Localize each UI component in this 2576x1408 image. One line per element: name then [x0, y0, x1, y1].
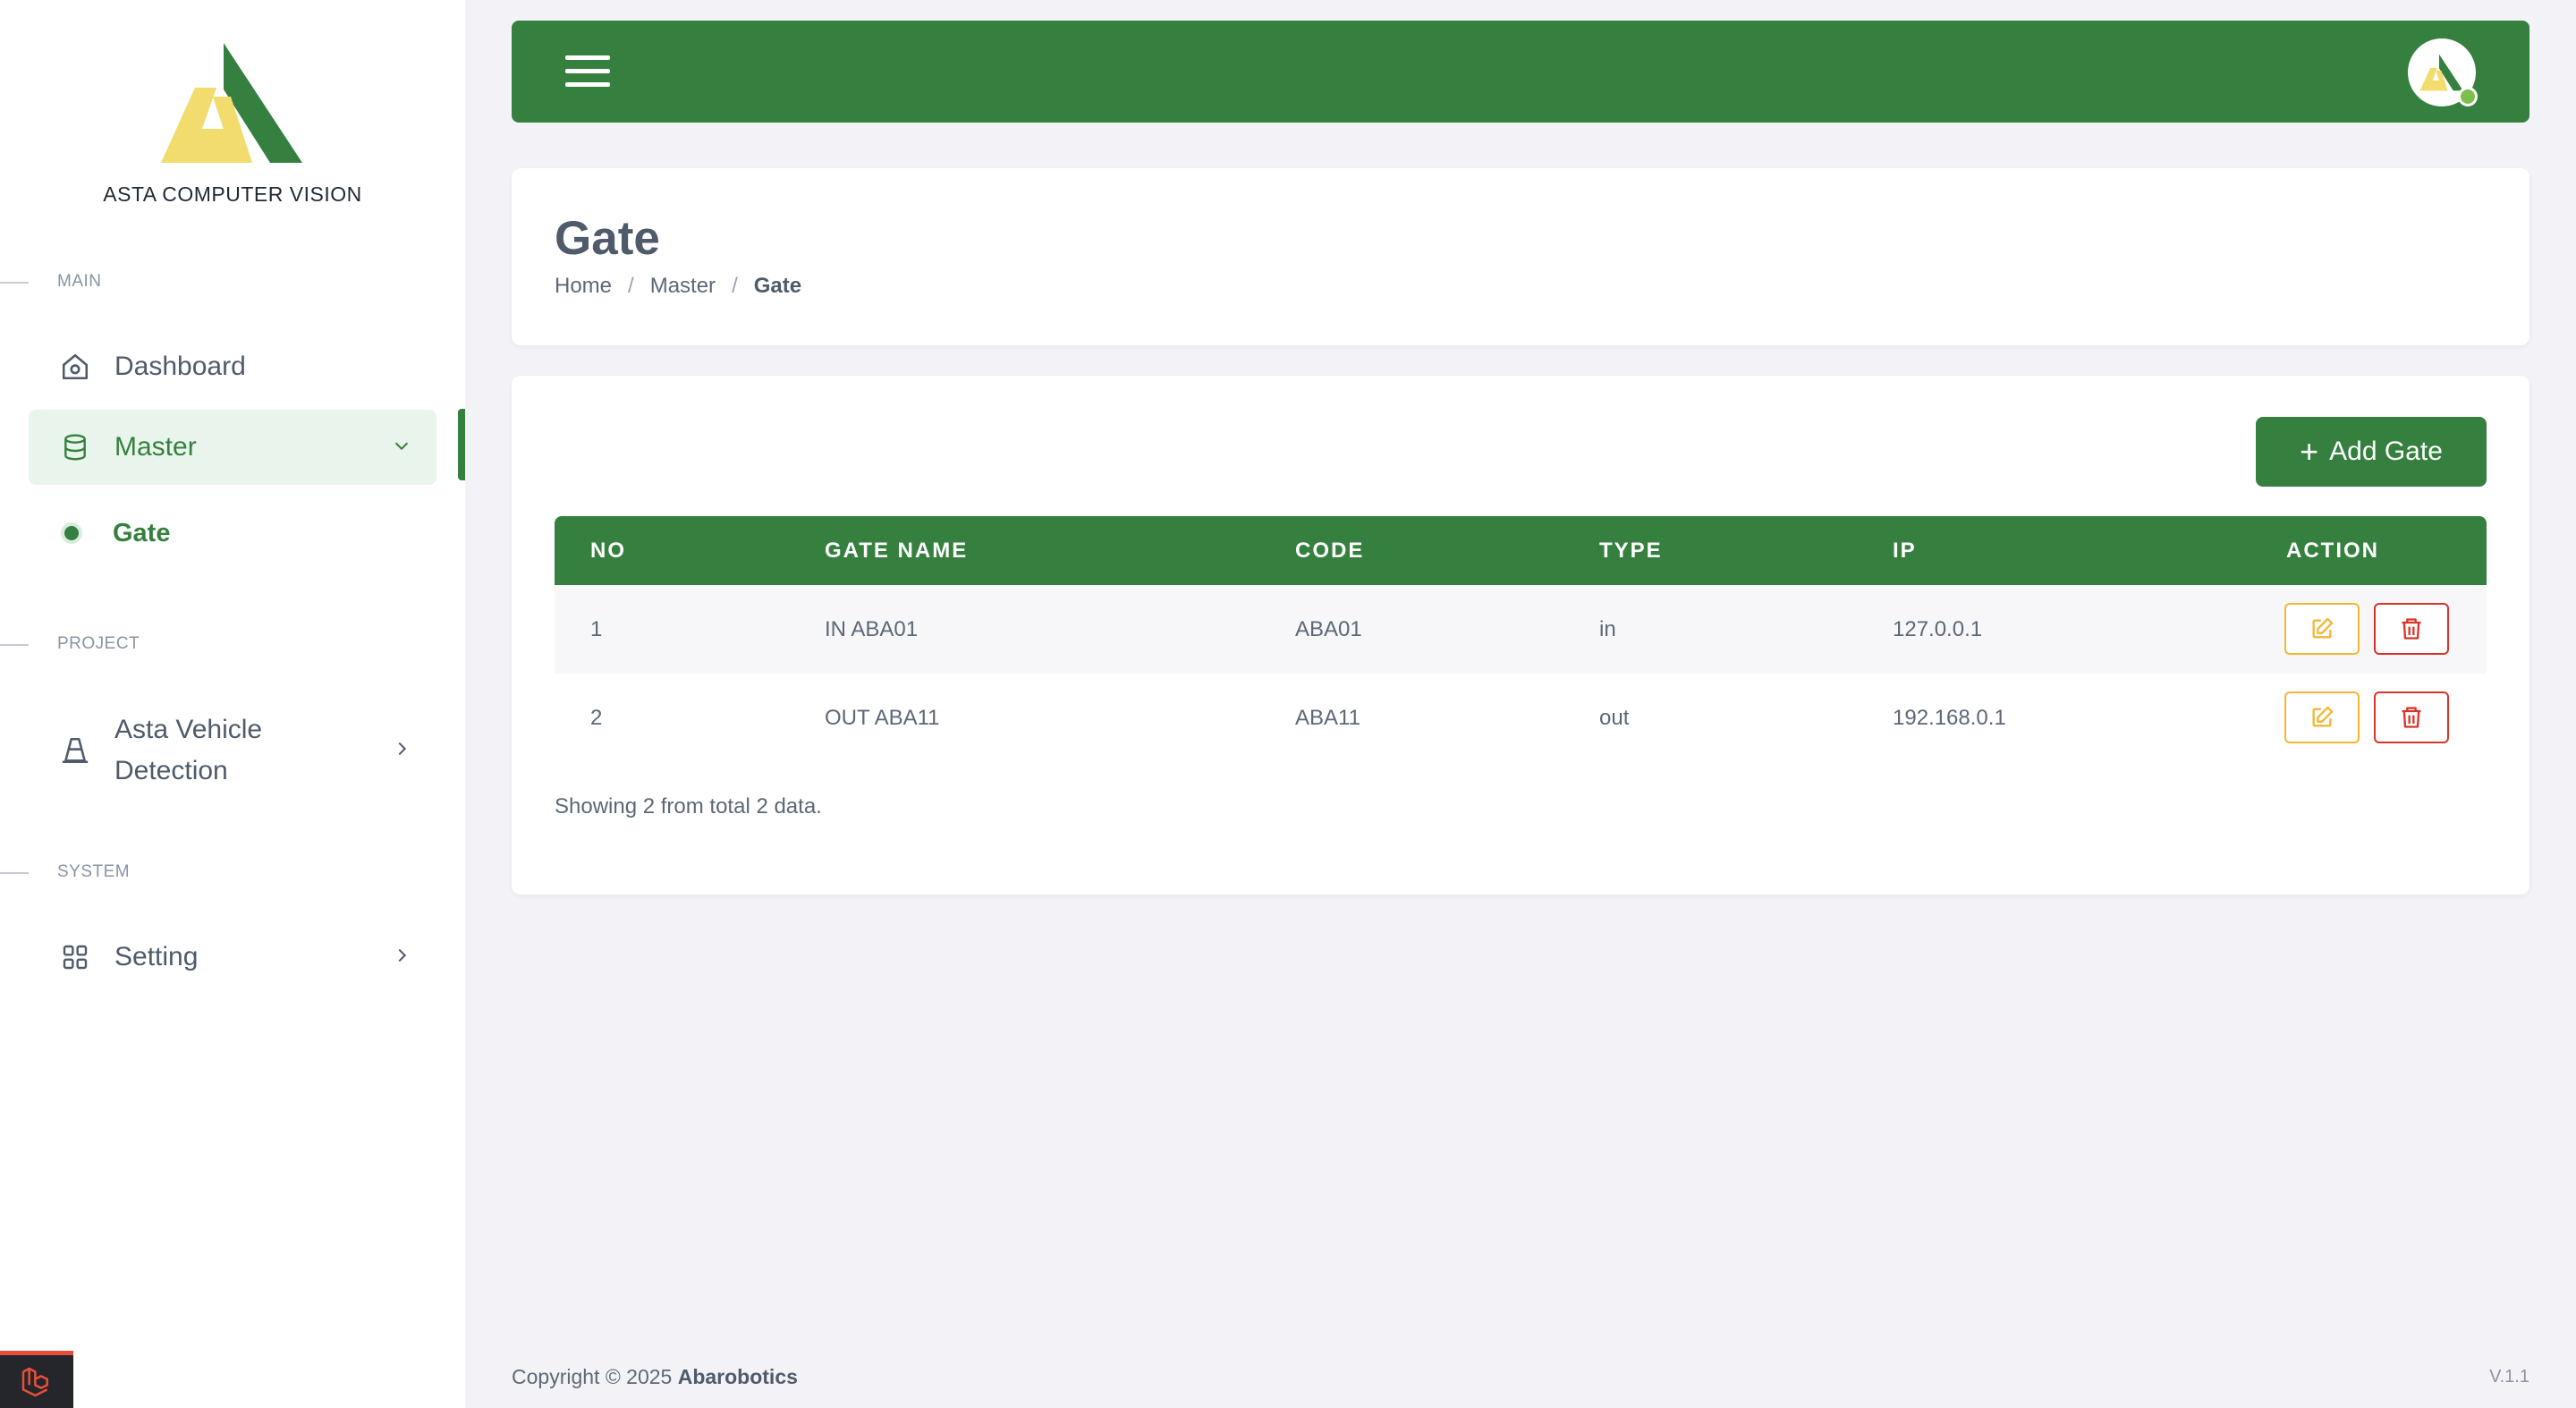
brand-logo-block: ASTA COMPUTER VISION — [0, 43, 465, 207]
cell-gate-name: OUT ABA11 — [825, 705, 940, 730]
active-indicator — [458, 409, 465, 480]
breadcrumb-home[interactable]: Home — [555, 274, 612, 299]
delete-button[interactable] — [2374, 603, 2449, 655]
company-name: Abarobotics — [677, 1365, 798, 1388]
cell-ip: 127.0.0.1 — [1893, 616, 1983, 641]
sidebar-item-asta-vehicle-detection[interactable]: Asta Vehicle Detection — [29, 701, 436, 800]
cell-type: in — [1599, 616, 1616, 641]
breadcrumb-master[interactable]: Master — [650, 274, 716, 299]
gate-table-card: + Add Gate NO GATE NAME CODE TYPE IP ACT… — [512, 376, 2529, 895]
section-divider — [0, 644, 29, 646]
sidebar-item-label: Asta Vehicle Detection — [114, 709, 262, 792]
page-title: Gate — [555, 212, 660, 265]
cell-no: 1 — [590, 616, 603, 641]
edit-icon — [2312, 617, 2334, 639]
edit-button[interactable] — [2284, 603, 2360, 655]
breadcrumb-separator: / — [732, 274, 738, 298]
home-icon — [59, 351, 91, 383]
page-header-card: Gate Home / Master / Gate — [512, 168, 2529, 345]
breadcrumb-current: Gate — [753, 274, 802, 298]
asta-logo-icon — [161, 43, 302, 163]
sidebar-item-label: Dashboard — [114, 352, 246, 381]
brand-name: ASTA COMPUTER VISION — [103, 182, 362, 206]
table-header: NO GATE NAME CODE TYPE IP ACTION — [555, 516, 2487, 585]
sidebar-subitem-gate[interactable]: Gate — [29, 508, 436, 558]
sidebar-subitem-label: Gate — [113, 518, 171, 547]
dot-icon — [64, 526, 79, 540]
table-row: 2 OUT ABA11 ABA11 out 192.168.0.1 — [555, 674, 2487, 762]
breadcrumb: Home / Master / Gate — [555, 274, 801, 299]
copyright-text: Copyright © 2025 — [512, 1365, 678, 1388]
breadcrumb-separator: / — [628, 274, 634, 298]
laravel-debug-button[interactable] — [0, 1351, 73, 1408]
column-header[interactable]: CODE — [1295, 539, 1364, 564]
chevron-down-icon — [392, 432, 411, 462]
menu-icon[interactable] — [565, 54, 610, 94]
footer-copyright: Copyright © 2025 Abarobotics — [512, 1365, 798, 1389]
plus-icon: + — [2300, 433, 2319, 470]
cell-no: 2 — [590, 705, 603, 730]
section-label-project: PROJECT — [57, 634, 140, 653]
sidebar-item-label: Setting — [114, 942, 199, 971]
avatar[interactable] — [2408, 38, 2478, 106]
asta-logo-icon — [2419, 54, 2463, 91]
chevron-right-icon — [392, 942, 411, 972]
cell-code: ABA11 — [1295, 705, 1360, 730]
column-header[interactable]: IP — [1893, 539, 1917, 564]
cell-type: out — [1599, 705, 1630, 730]
column-header: ACTION — [2286, 538, 2379, 563]
edit-icon — [2312, 706, 2334, 727]
add-gate-label: Add Gate — [2329, 437, 2443, 466]
sidebar-item-master[interactable]: Master — [29, 410, 436, 485]
cell-ip: 192.168.0.1 — [1893, 705, 2006, 730]
label-line: Detection — [114, 756, 228, 785]
section-label-main: MAIN — [57, 272, 102, 291]
table-summary: Showing 2 from total 2 data. — [555, 794, 822, 819]
traffic-cone-icon — [59, 734, 91, 767]
label-line: Asta Vehicle — [114, 715, 263, 744]
gate-table: NO GATE NAME CODE TYPE IP ACTION 1 IN AB… — [555, 516, 2487, 762]
cell-code: ABA01 — [1295, 616, 1362, 641]
table-row: 1 IN ABA01 ABA01 in 127.0.0.1 — [555, 585, 2487, 674]
chevron-right-icon — [392, 730, 411, 771]
grid-icon — [59, 941, 91, 973]
sidebar: ASTA COMPUTER VISION MAIN Dashboard Mast… — [0, 0, 465, 1408]
column-header[interactable]: NO — [590, 539, 626, 564]
trash-icon — [2402, 707, 2421, 728]
section-divider — [0, 282, 29, 284]
trash-icon — [2402, 618, 2421, 640]
edit-button[interactable] — [2284, 691, 2360, 743]
sidebar-item-label: Master — [114, 432, 197, 462]
sidebar-item-setting[interactable]: Setting — [29, 920, 436, 995]
section-divider — [0, 872, 29, 874]
cell-gate-name: IN ABA01 — [825, 616, 919, 641]
delete-button[interactable] — [2374, 691, 2449, 743]
column-header[interactable]: GATE NAME — [825, 539, 968, 564]
online-status-indicator — [2458, 87, 2478, 106]
laravel-icon — [21, 1367, 48, 1396]
database-icon — [59, 431, 91, 463]
column-header[interactable]: TYPE — [1599, 539, 1663, 564]
add-gate-button[interactable]: + Add Gate — [2256, 417, 2487, 487]
topbar — [512, 21, 2529, 123]
sidebar-item-dashboard[interactable]: Dashboard — [29, 329, 436, 404]
app-version: V.1.1 — [2489, 1367, 2529, 1387]
section-label-system: SYSTEM — [57, 862, 131, 881]
